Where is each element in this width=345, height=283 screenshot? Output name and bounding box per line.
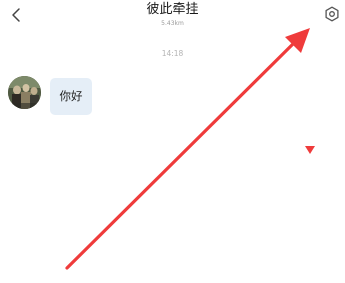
- chat-header: 彼此牵挂 5.43km: [0, 0, 345, 36]
- distance-label: 5.43km: [161, 20, 184, 27]
- avatar-photo: [8, 76, 41, 109]
- message-timestamp: 14:18: [161, 49, 184, 58]
- gear-icon: [325, 6, 339, 22]
- avatar[interactable]: [8, 76, 41, 109]
- chat-title: 彼此牵挂: [146, 2, 199, 17]
- annotation-arrow-line: [65, 34, 303, 270]
- message-bubble[interactable]: 你好: [50, 78, 92, 115]
- settings-button[interactable]: [323, 5, 341, 23]
- annotation-overlay: [65, 28, 315, 270]
- annotation-marker-icon: [305, 146, 315, 154]
